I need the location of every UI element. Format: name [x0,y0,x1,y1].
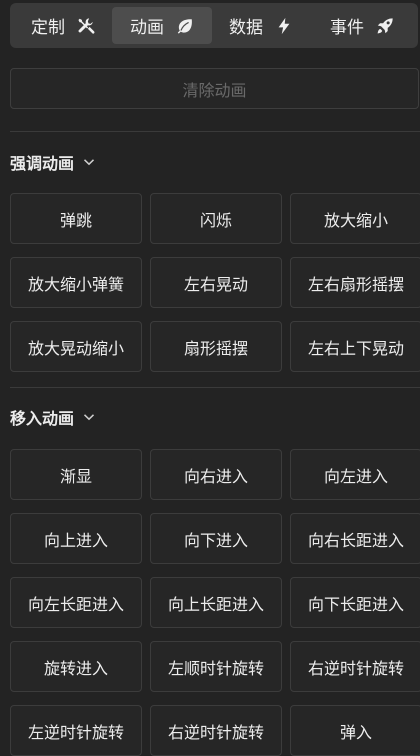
anim-button[interactable]: 弹跳 [10,193,142,244]
section-title: 强调动画 [10,154,75,173]
anim-button[interactable]: 向左长距进入 [10,577,142,628]
divider [10,387,420,388]
anim-button[interactable]: 向上长距进入 [150,577,282,628]
anim-button[interactable]: 旋转进入 [10,641,142,692]
tab-label: 动画 [130,18,164,38]
anim-button[interactable]: 渐显 [10,449,142,500]
anim-button[interactable]: 左右上下晃动 [290,321,420,372]
anim-button[interactable]: 向下进入 [150,513,282,564]
section-title: 移入动画 [10,409,75,428]
emphasis-animation-grid: 弹跳 闪烁 放大缩小 放大缩小弹簧 左右晃动 左右扇形摇摆 放大晃动缩小 扇形摇… [10,193,420,372]
anim-button[interactable]: 左右扇形摇摆 [290,257,420,308]
divider [10,131,420,132]
tab-animation[interactable]: 动画 [112,7,212,44]
move-in-animation-grid: 渐显 向右进入 向左进入 向上进入 向下进入 向右长距进入 向左长距进入 向上长… [10,449,420,756]
anim-button[interactable]: 放大缩小 [290,193,420,244]
anim-button[interactable]: 向右长距进入 [290,513,420,564]
section-move-in-header[interactable]: 移入动画 [10,405,96,429]
clear-animation-button[interactable]: 清除动画 [10,68,419,109]
rocket-icon [376,17,394,35]
anim-button[interactable]: 放大晃动缩小 [10,321,142,372]
tab-bar: 定制 动画 数据 事件 [10,3,418,48]
anim-button[interactable]: 左右晃动 [150,257,282,308]
tab-label: 定制 [31,18,65,38]
section-emphasis-header[interactable]: 强调动画 [10,150,96,174]
tab-events[interactable]: 事件 [310,7,414,44]
anim-button[interactable]: 左顺时针旋转 [150,641,282,692]
leaf-icon [176,17,194,35]
chevron-down-icon [82,155,96,169]
tab-label: 数据 [229,18,263,38]
anim-button[interactable]: 右逆时针旋转 [150,705,282,756]
tools-icon [77,17,95,35]
anim-button[interactable]: 闪烁 [150,193,282,244]
anim-button[interactable]: 向上进入 [10,513,142,564]
anim-button[interactable]: 左逆时针旋转 [10,705,142,756]
tab-data[interactable]: 数据 [212,7,310,44]
anim-button[interactable]: 弹入 [290,705,420,756]
anim-button[interactable]: 向右进入 [150,449,282,500]
lightning-icon [275,17,293,35]
anim-button[interactable]: 向下长距进入 [290,577,420,628]
anim-button[interactable]: 放大缩小弹簧 [10,257,142,308]
anim-button[interactable]: 右逆时针旋转 [290,641,420,692]
tab-label: 事件 [330,18,364,38]
tab-custom[interactable]: 定制 [14,7,112,44]
chevron-down-icon [82,410,96,424]
anim-button[interactable]: 向左进入 [290,449,420,500]
anim-button[interactable]: 扇形摇摆 [150,321,282,372]
